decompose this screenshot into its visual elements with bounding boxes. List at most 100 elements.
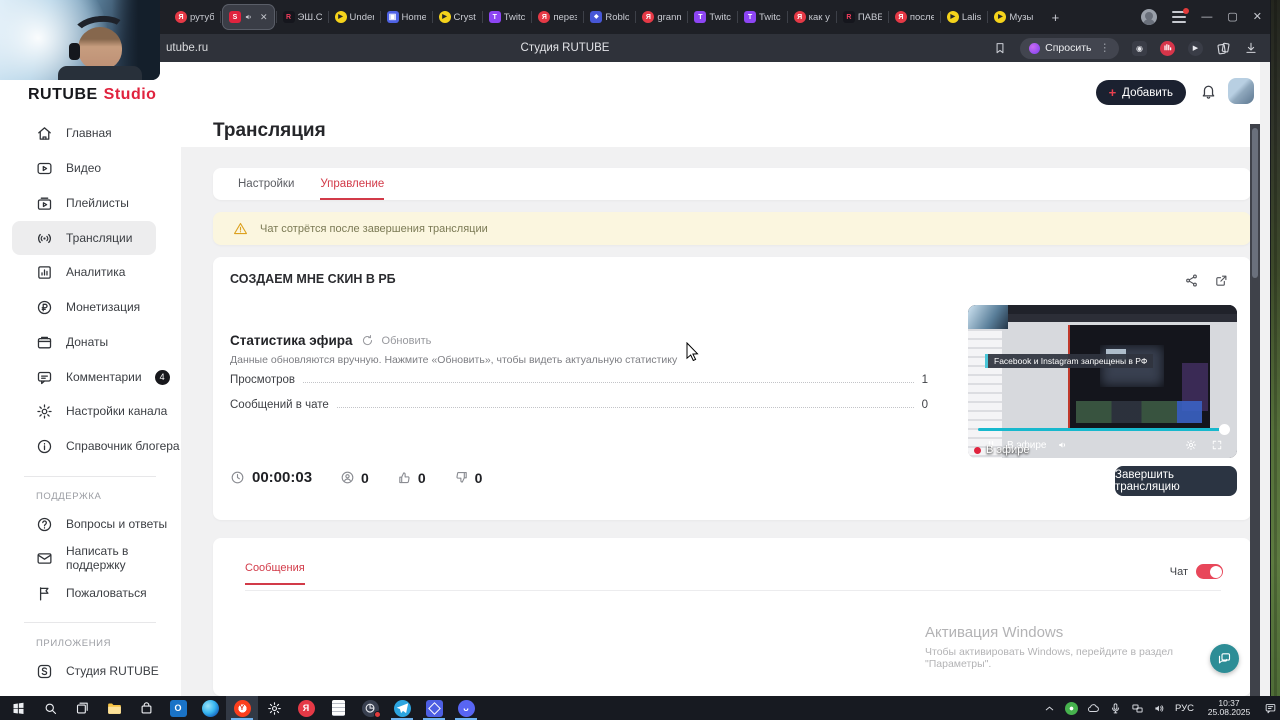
browser-tab[interactable]: Twitc	[484, 4, 531, 30]
taskbar-file-explorer[interactable]	[98, 696, 130, 720]
browser-tab[interactable]: Twitc	[739, 4, 786, 30]
add-button[interactable]: + Добавить	[1095, 80, 1186, 105]
ask-more-icon[interactable]: ⋮	[1100, 42, 1111, 54]
taskbar-discord[interactable]	[450, 696, 482, 720]
taskbar-notepad[interactable]	[322, 696, 354, 720]
browser-tab[interactable]: Cryst	[434, 4, 481, 30]
player-progress-knob[interactable]	[1219, 424, 1230, 435]
antivirus-icon[interactable]	[1064, 701, 1078, 715]
sidebar-item-label: Плейлисты	[66, 196, 129, 210]
chat-toggle[interactable]	[1196, 564, 1223, 579]
rutube-studio-logo[interactable]: RUTUBE Studio	[28, 86, 156, 104]
page-scrollbar[interactable]	[1250, 124, 1260, 696]
minimize-button[interactable]: —	[1201, 11, 1212, 23]
sidebar-item[interactable]: Видео	[0, 151, 181, 185]
browser-tab[interactable]: после	[890, 4, 939, 30]
sidebar-item[interactable]: Пожаловаться	[0, 576, 181, 610]
language-indicator[interactable]: РУС	[1175, 703, 1194, 714]
taskbar-search[interactable]	[34, 696, 66, 720]
action-center-icon[interactable]	[1264, 702, 1277, 715]
browser-tab[interactable]: Lalis	[942, 4, 987, 30]
volume-tray-icon[interactable]	[1153, 702, 1166, 715]
browser-tab[interactable]: Roblo	[585, 4, 634, 30]
sidebar-item[interactable]: Плейлисты	[0, 186, 181, 220]
extension-cards-icon[interactable]	[1216, 41, 1231, 56]
extension-hand-icon[interactable]	[1160, 40, 1175, 56]
broadcast-tabs-card: Настройки Управление	[213, 168, 1251, 200]
sidebar-item[interactable]: Написать в поддержку	[0, 541, 181, 575]
tab-management[interactable]: Управление	[320, 178, 384, 200]
sidebar-item[interactable]: Главная	[0, 116, 181, 150]
tab-settings[interactable]: Настройки	[238, 178, 294, 190]
player-settings-icon[interactable]	[1185, 439, 1197, 451]
ask-alice-button[interactable]: Спросить ⋮	[1020, 37, 1119, 59]
sidebar-item[interactable]: Студия RUTUBE	[0, 654, 181, 688]
sidebar-item[interactable]: Монетизация	[0, 290, 181, 324]
browser-tab[interactable]: рутуб	[170, 4, 219, 30]
browser-tab[interactable]: ✕	[222, 4, 275, 30]
refresh-icon[interactable]	[361, 334, 374, 347]
tab-messages[interactable]: Сообщения	[245, 562, 305, 585]
notifications-bell-icon[interactable]	[1200, 83, 1217, 100]
new-tab-button[interactable]: +	[1045, 7, 1065, 27]
fullscreen-icon[interactable]	[1211, 439, 1223, 451]
browser-tab[interactable]: ЭШ.С	[278, 4, 327, 30]
taskbar-outlook[interactable]	[162, 696, 194, 720]
scrollbar-thumb[interactable]	[1252, 128, 1258, 278]
external-link-icon[interactable]	[1214, 273, 1229, 288]
onedrive-cloud-icon[interactable]	[1087, 702, 1100, 715]
taskbar-task-view[interactable]	[66, 696, 98, 720]
browser-tab[interactable]: Under	[330, 4, 379, 30]
maximize-button[interactable]: ▢	[1227, 11, 1237, 23]
browser-tab[interactable]: Twitc	[689, 4, 736, 30]
taskbar-roblox[interactable]	[418, 696, 450, 720]
taskbar-microsoft-store[interactable]	[130, 696, 162, 720]
taskbar-yandex-browser[interactable]	[226, 696, 258, 720]
sidebar-item[interactable]: Комментарии 4	[0, 360, 181, 394]
microphone-icon[interactable]	[1109, 702, 1122, 715]
share-icon[interactable]	[1184, 273, 1199, 288]
close-button[interactable]: ✕	[1253, 11, 1262, 23]
browser-profile-avatar[interactable]	[1141, 9, 1158, 25]
sidebar-item[interactable]: Настройки канала	[0, 394, 181, 428]
taskbar-telegram[interactable]	[386, 696, 418, 720]
sidebar-item[interactable]: Трансляции	[12, 221, 156, 255]
extension-play-icon[interactable]: ▶	[1188, 40, 1203, 56]
browser-tab[interactable]: Музы	[989, 4, 1038, 30]
stats-hint: Данные обновляются вручную. Нажмите «Обн…	[230, 354, 678, 366]
refresh-label[interactable]: Обновить	[382, 335, 432, 347]
sidebar-item[interactable]: Донаты	[0, 325, 181, 359]
end-stream-button[interactable]: Завершить трансляцию	[1115, 466, 1237, 496]
network-icon[interactable]	[1131, 702, 1144, 715]
volume-icon[interactable]	[1057, 439, 1069, 451]
address-bar[interactable]: utube.ru	[166, 42, 208, 54]
live-counters: 00:00:03 0 0 0	[230, 469, 482, 486]
tray-chevron-up-icon[interactable]	[1043, 702, 1056, 715]
windows-activation-text: Чтобы активировать Windows, перейдите в …	[925, 646, 1173, 670]
taskbar-clock[interactable]: 10:37 25.08.2025	[1203, 698, 1255, 718]
download-icon[interactable]	[1244, 41, 1258, 55]
sidebar-item[interactable]: Вопросы и ответы	[0, 507, 181, 541]
warning-text: Чат сотрётся после завершения трансляции	[260, 222, 488, 235]
browser-tab[interactable]: Home	[382, 4, 431, 30]
player-progress-bar[interactable]	[978, 428, 1226, 431]
tab-audio-icon[interactable]	[244, 12, 254, 22]
taskbar-yandex[interactable]	[290, 696, 322, 720]
stream-preview-player[interactable]: Facebook и Instagram запрещены в РФ В эф…	[968, 305, 1237, 458]
taskbar-settings[interactable]	[258, 696, 290, 720]
user-avatar[interactable]	[1228, 78, 1254, 104]
extension-icon-1[interactable]: ◉	[1132, 40, 1147, 56]
sidebar-item[interactable]: Справочник блогера	[0, 429, 181, 463]
support-chat-fab[interactable]	[1210, 644, 1239, 673]
browser-tab[interactable]: ПАВЕ	[838, 4, 887, 30]
taskbar-edge[interactable]	[194, 696, 226, 720]
browser-tab[interactable]: перез	[533, 4, 582, 30]
browser-tab[interactable]: как у	[789, 4, 835, 30]
tab-close-icon[interactable]: ✕	[260, 12, 268, 23]
browser-menu-icon[interactable]	[1172, 8, 1190, 23]
sidebar-item[interactable]: Аналитика	[0, 255, 181, 289]
bookmark-icon[interactable]	[993, 41, 1007, 55]
taskbar-start[interactable]	[2, 696, 34, 720]
browser-tab[interactable]: grann	[637, 4, 686, 30]
taskbar-clock-app[interactable]	[354, 696, 386, 720]
